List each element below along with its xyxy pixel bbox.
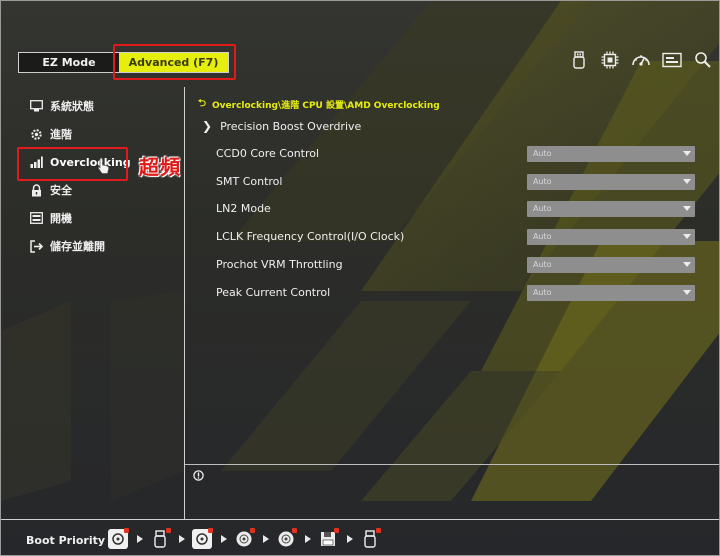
setting-label: SMT Control	[216, 175, 283, 188]
overclocking-highlight-box	[17, 147, 128, 181]
sidebar-item-label: 安全	[50, 184, 72, 197]
dropdown-arrow-icon	[683, 234, 691, 239]
save-icon[interactable]	[662, 50, 682, 70]
setting-row: CCD0 Core Control Auto	[216, 146, 696, 164]
mouse-pointer-icon	[97, 157, 110, 174]
fan-speed-icon[interactable]	[631, 50, 651, 70]
usb-icon[interactable]	[360, 528, 381, 549]
setting-row: SMT Control Auto	[216, 174, 696, 192]
optical-disc-icon[interactable]	[234, 528, 255, 549]
boot-order-arrow-icon	[347, 535, 353, 543]
sidebar-item-security[interactable]: 安全	[29, 178, 72, 202]
sidebar-item-label: 儲存並離開	[50, 240, 105, 253]
setting-label: Prochot VRM Throttling	[216, 258, 343, 271]
setting-dropdown[interactable]: Auto	[527, 201, 695, 217]
setting-row: Peak Current Control Auto	[216, 285, 696, 303]
breadcrumb-text: Overclocking\進階 CPU 設置\AMD Overclocking	[212, 101, 440, 111]
sidebar-item-system-status[interactable]: 系統狀態	[29, 94, 94, 118]
chevron-right-icon: ❯	[202, 119, 213, 133]
sidebar-divider	[184, 87, 185, 519]
back-arrow-icon[interactable]: ⮌	[198, 96, 206, 113]
boot-order-arrow-icon	[179, 535, 185, 543]
boot-order-arrow-icon	[263, 535, 269, 543]
boot-order-arrow-icon	[137, 535, 143, 543]
boot-order-arrow-icon	[305, 535, 311, 543]
bios-screen: EZ Mode Advanced (F7) 系統狀態 進階 Overclocki…	[0, 0, 720, 556]
setting-dropdown[interactable]: Auto	[527, 229, 695, 245]
setting-label: LN2 Mode	[216, 202, 271, 215]
setting-row: LCLK Frequency Control(I/O Clock) Auto	[216, 229, 696, 247]
dropdown-arrow-icon	[683, 290, 691, 295]
setting-dropdown[interactable]: Auto	[527, 285, 695, 301]
dropdown-arrow-icon	[683, 179, 691, 184]
lock-icon	[29, 183, 43, 197]
setting-label: LCLK Frequency Control(I/O Clock)	[216, 230, 405, 243]
setting-dropdown[interactable]: Auto	[527, 257, 695, 273]
pbo-group-label: Precision Boost Overdrive	[220, 119, 362, 133]
pbo-group[interactable]: ❯ Precision Boost Overdrive	[202, 119, 361, 133]
setting-label: CCD0 Core Control	[216, 147, 320, 160]
sidebar-item-boot[interactable]: 開機	[29, 206, 72, 230]
optical-disc-icon[interactable]	[276, 528, 297, 549]
dropdown-value: Auto	[533, 260, 552, 269]
boot-order-arrow-icon	[221, 535, 227, 543]
setting-dropdown[interactable]: Auto	[527, 174, 695, 190]
dropdown-value: Auto	[533, 149, 552, 158]
help-divider	[185, 464, 719, 465]
dropdown-value: Auto	[533, 204, 552, 213]
overclocking-annotation: 超頻	[139, 155, 181, 179]
sidebar-item-label: 進階	[50, 128, 72, 141]
boot-priority-list	[108, 528, 381, 549]
setting-dropdown[interactable]: Auto	[527, 146, 695, 162]
setting-row: LN2 Mode Auto	[216, 201, 696, 219]
usb-icon[interactable]	[150, 528, 171, 549]
info-icon	[193, 470, 204, 481]
hdd-icon[interactable]	[192, 528, 213, 549]
dropdown-arrow-icon	[683, 206, 691, 211]
usb-icon[interactable]	[569, 50, 589, 70]
cpu-icon[interactable]	[600, 50, 620, 70]
sidebar-item-label: 開機	[50, 212, 72, 225]
top-toolbar	[569, 50, 713, 70]
dropdown-value: Auto	[533, 232, 552, 241]
sidebar-item-label: 系統狀態	[50, 100, 94, 113]
dropdown-value: Auto	[533, 177, 552, 186]
sidebar-item-advanced[interactable]: 進階	[29, 122, 72, 146]
floppy-icon[interactable]	[318, 528, 339, 549]
boot-icon	[29, 211, 43, 225]
monitor-icon	[29, 99, 43, 113]
ez-mode-tab[interactable]: EZ Mode	[19, 53, 119, 72]
boot-priority-label: Boot Priority	[26, 534, 106, 547]
dropdown-arrow-icon	[683, 151, 691, 156]
hdd-icon[interactable]	[108, 528, 129, 549]
dropdown-arrow-icon	[683, 262, 691, 267]
sidebar-item-save-exit[interactable]: 儲存並離開	[29, 234, 105, 258]
setting-row: Prochot VRM Throttling Auto	[216, 257, 696, 275]
breadcrumb: ⮌ Overclocking\進階 CPU 設置\AMD Overclockin…	[198, 96, 440, 113]
dropdown-value: Auto	[533, 288, 552, 297]
exit-icon	[29, 239, 43, 253]
gear-icon	[29, 127, 43, 141]
advanced-highlight-box	[113, 44, 236, 80]
setting-label: Peak Current Control	[216, 286, 331, 299]
search-icon[interactable]	[693, 50, 713, 70]
footer-divider	[1, 519, 719, 520]
